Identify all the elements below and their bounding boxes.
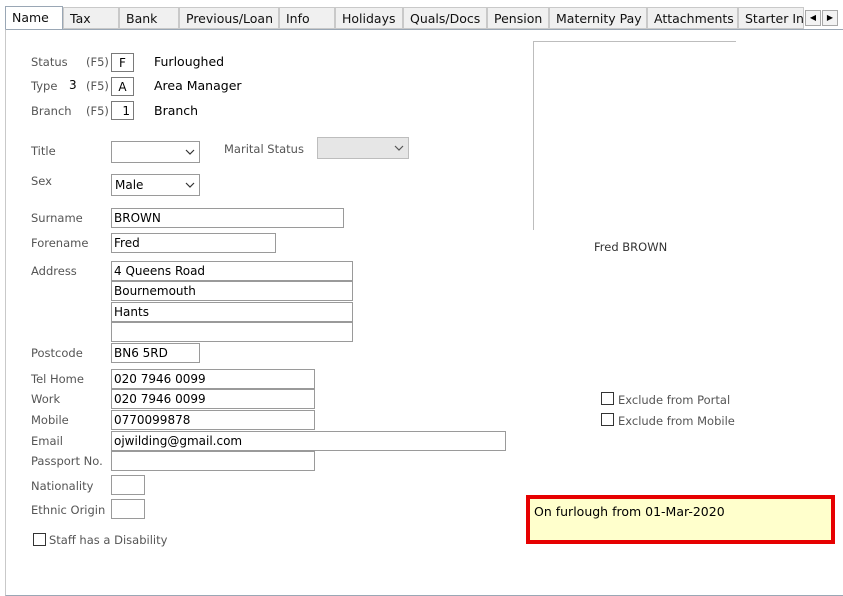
title-label: Title <box>31 144 56 158</box>
tel-home-label: Tel Home <box>31 372 84 386</box>
photo-caption: Fred BROWN <box>594 240 668 254</box>
tab-label: Quals/Docs <box>410 11 481 26</box>
status-shortcut: (F5) <box>86 55 109 69</box>
passport-label: Passport No. <box>31 454 103 468</box>
exclude-portal-checkbox[interactable] <box>601 392 614 405</box>
tab-label: Info <box>286 11 310 26</box>
type-description: Area Manager <box>154 78 242 93</box>
email-label: Email <box>31 434 63 448</box>
surname-field[interactable]: BROWN <box>111 208 344 228</box>
tab-tax[interactable]: Tax <box>63 7 119 29</box>
tel-home-field[interactable]: 020 7946 0099 <box>111 369 315 389</box>
forename-field[interactable]: Fred <box>111 233 276 253</box>
status-code-field[interactable]: F <box>111 53 134 72</box>
address-label: Address <box>31 264 77 278</box>
tab-label: Pension <box>494 11 543 26</box>
tab-label: Bank <box>126 11 158 26</box>
furlough-note-box[interactable]: On furlough from 01-Mar-2020 <box>526 495 835 544</box>
chevron-down-icon <box>185 149 195 155</box>
triangle-right-icon: ▶ <box>826 13 834 22</box>
tab-scroll-left-button[interactable]: ◀ <box>805 10 821 26</box>
passport-field[interactable] <box>111 451 315 471</box>
tab-pension[interactable]: Pension <box>487 7 549 29</box>
branch-code-field[interactable]: 1 <box>111 101 134 120</box>
tab-quals-docs[interactable]: Quals/Docs <box>403 7 487 29</box>
ethnic-origin-label: Ethnic Origin <box>31 503 106 517</box>
mobile-label: Mobile <box>31 413 69 427</box>
branch-label: Branch <box>31 104 72 118</box>
photo-frame[interactable] <box>533 41 736 230</box>
tab-maternity-pay[interactable]: Maternity Pay <box>549 7 647 29</box>
type-shortcut: (F5) <box>86 79 109 93</box>
mobile-field[interactable]: 0770099878 <box>111 410 315 430</box>
tab-label: Maternity Pay <box>556 11 642 26</box>
tab-attachments[interactable]: Attachments <box>647 7 738 29</box>
address-line-2-field[interactable]: Bournemouth <box>111 281 353 301</box>
tab-name[interactable]: Name <box>5 6 63 30</box>
tab-holidays[interactable]: Holidays <box>335 7 403 29</box>
sex-label: Sex <box>31 174 52 188</box>
tab-label: Starter Info <box>745 11 804 26</box>
marital-status-dropdown[interactable] <box>317 137 409 159</box>
disability-checkbox[interactable] <box>33 533 46 546</box>
address-line-4-field[interactable] <box>111 322 353 342</box>
furlough-note-text: On furlough from 01-Mar-2020 <box>534 504 725 519</box>
branch-description: Branch <box>154 103 199 118</box>
status-label: Status <box>31 55 68 69</box>
work-phone-field[interactable]: 020 7946 0099 <box>111 389 315 409</box>
tab-starter-info[interactable]: Starter Info <box>738 7 804 29</box>
tab-label: Tax <box>70 11 91 26</box>
exclude-portal-label: Exclude from Portal <box>618 393 731 407</box>
status-description: Furloughed <box>154 54 225 69</box>
forename-label: Forename <box>31 236 89 250</box>
work-label: Work <box>31 392 61 406</box>
chevron-down-icon <box>185 182 195 188</box>
postcode-label: Postcode <box>31 346 83 360</box>
surname-label: Surname <box>31 211 83 225</box>
tab-label: Holidays <box>342 11 396 26</box>
triangle-left-icon: ◀ <box>809 13 817 22</box>
tab-strip: Name Tax Bank Previous/Loan Info Holiday… <box>5 6 843 30</box>
type-number: 3 <box>69 78 77 92</box>
tab-label: Attachments <box>654 11 734 26</box>
exclude-mobile-checkbox[interactable] <box>601 413 614 426</box>
tab-label: Name <box>12 10 49 25</box>
tab-bank[interactable]: Bank <box>119 7 179 29</box>
type-label: Type <box>31 79 58 93</box>
exclude-mobile-label: Exclude from Mobile <box>618 414 735 428</box>
type-code-field[interactable]: A <box>111 77 134 96</box>
title-dropdown[interactable] <box>111 141 200 163</box>
nationality-field[interactable] <box>111 475 145 495</box>
nationality-label: Nationality <box>31 479 94 493</box>
marital-status-label: Marital Status <box>224 142 304 156</box>
sex-value: Male <box>115 178 144 192</box>
tab-scroll-right-button[interactable]: ▶ <box>822 10 838 26</box>
chevron-down-icon <box>394 145 404 151</box>
disability-label: Staff has a Disability <box>49 533 168 547</box>
tab-info[interactable]: Info <box>279 7 335 29</box>
address-line-1-field[interactable]: 4 Queens Road <box>111 261 353 281</box>
sex-dropdown[interactable]: Male <box>111 174 200 196</box>
email-field[interactable]: ojwilding@gmail.com <box>111 431 506 451</box>
branch-shortcut: (F5) <box>86 104 109 118</box>
postcode-field[interactable]: BN6 5RD <box>111 343 200 363</box>
address-line-3-field[interactable]: Hants <box>111 302 353 322</box>
ethnic-origin-field[interactable] <box>111 499 145 519</box>
tab-previous-loan[interactable]: Previous/Loan <box>179 7 279 29</box>
tab-label: Previous/Loan <box>186 11 274 26</box>
